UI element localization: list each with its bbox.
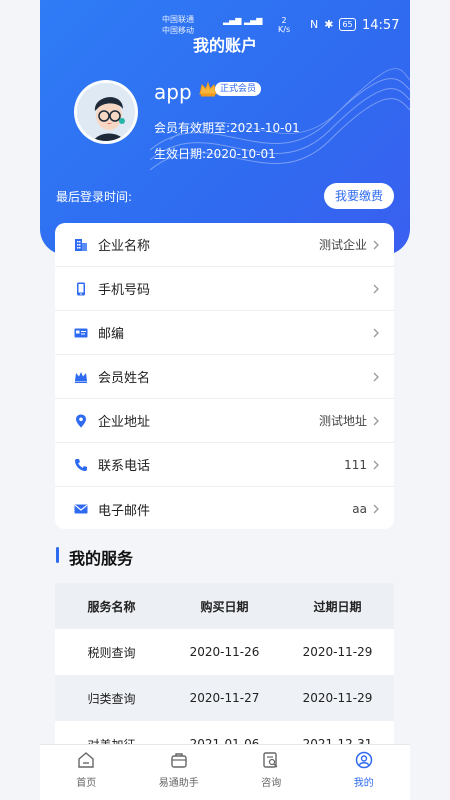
purchase-date: 2020-11-26: [189, 645, 260, 659]
membership-expiry: 会员有效期至:2021-10-01: [154, 121, 300, 135]
info-value-telephone: 111: [344, 457, 367, 472]
telephone-icon: [74, 458, 88, 472]
section-accent-bar: [56, 547, 59, 563]
info-label-member-name: 会员姓名: [98, 371, 151, 386]
info-label-email: 电子邮件: [98, 503, 151, 519]
tab-label: 首页: [76, 778, 97, 789]
home-icon: [78, 752, 94, 768]
info-row-mobile[interactable]: 手机号码: [55, 267, 394, 311]
app-screen: 中国联通 中国移动 ▂▄▆ ▂▄▆ 2 K/s N ✱ 65 14:57 我的账…: [40, 0, 410, 800]
services-table: 服务名称 购买日期 过期日期 税则查询 2020-11-26 2020-11-2…: [55, 583, 394, 767]
briefcase-icon: [171, 753, 187, 768]
info-row-telephone[interactable]: 联系电话 111: [55, 443, 394, 487]
column-header: 服务名称: [87, 599, 136, 614]
info-value-company: 测试企业: [318, 238, 367, 252]
info-row-postcode[interactable]: 邮编: [55, 311, 394, 355]
tab-consult[interactable]: 咨询: [225, 745, 318, 800]
member-tag: 正式会员: [215, 82, 262, 96]
tab-label: 我的: [353, 778, 374, 789]
user-icon: [355, 751, 372, 769]
nfc-icon: N: [310, 18, 319, 31]
info-label-mobile: 手机号码: [98, 283, 151, 298]
pay-button[interactable]: 我要缴费: [324, 183, 394, 209]
info-label-address: 企业地址: [98, 415, 151, 430]
tab-home[interactable]: 首页: [40, 745, 133, 800]
purchase-date: 2020-11-27: [189, 691, 260, 705]
bottom-tab-bar: 首页 易通助手 咨询 我的: [40, 744, 410, 800]
tab-label: 咨询: [261, 778, 282, 789]
services-title: 我的服务: [69, 549, 134, 568]
account-info-card: 企业名称 测试企业 手机号码 邮编 会员姓名 企业地址 测试地址 联系电话 11…: [55, 223, 394, 529]
chevron-right-icon: [373, 240, 379, 249]
chevron-right-icon: [373, 284, 379, 293]
info-row-address[interactable]: 企业地址 测试地址: [55, 399, 394, 443]
chevron-right-icon: [373, 372, 379, 381]
effective-date: 生效日期:2020-10-01: [154, 147, 276, 161]
battery-icon: 65: [339, 18, 356, 31]
info-row-company[interactable]: 企业名称 测试企业: [55, 223, 394, 267]
tab-assistant[interactable]: 易通助手: [133, 745, 226, 800]
info-value-address: 测试地址: [318, 414, 367, 428]
last-login-time: 最后登录时间:: [56, 190, 133, 204]
info-label-company: 企业名称: [98, 239, 151, 254]
column-header: 购买日期: [200, 599, 249, 614]
info-row-email[interactable]: 电子邮件 aa: [55, 487, 394, 531]
table-header: 服务名称 购买日期 过期日期: [55, 583, 394, 629]
chevron-right-icon: [373, 504, 379, 514]
phone-icon: [74, 282, 88, 296]
clock: 14:57: [362, 18, 400, 33]
postcode-icon: [74, 326, 88, 340]
table-row[interactable]: 税则查询 2020-11-26 2020-11-29: [55, 629, 394, 675]
location-pin-icon: [74, 414, 88, 428]
status-bar: 中国联通 中国移动 ▂▄▆ ▂▄▆ 2 K/s N ✱ 65 14:57: [40, 0, 410, 35]
wave-decoration: [150, 68, 410, 171]
avatar[interactable]: [74, 80, 138, 144]
carrier-1: 中国联通: [162, 15, 194, 24]
service-name: 税则查询: [87, 645, 136, 660]
info-value-email: aa: [352, 502, 367, 516]
chevron-right-icon: [373, 416, 379, 425]
tab-label: 易通助手: [158, 778, 199, 789]
info-row-member-name[interactable]: 会员姓名: [55, 355, 394, 399]
building-icon: [74, 238, 88, 252]
crown-icon: [74, 370, 88, 384]
member-badge: 正式会员: [198, 80, 262, 98]
table-row[interactable]: 归类查询 2020-11-27 2020-11-29: [55, 675, 394, 721]
service-name: 归类查询: [87, 691, 136, 706]
system-icons: N ✱ 65: [310, 18, 356, 31]
info-label-postcode: 邮编: [98, 327, 125, 342]
tab-mine[interactable]: 我的: [318, 745, 411, 800]
page-title: 我的账户: [192, 36, 257, 55]
signal-icon: ▂▄▆ ▂▄▆: [223, 16, 263, 25]
expiry-date: 2020-11-29: [302, 645, 373, 659]
info-label-telephone: 联系电话: [98, 459, 151, 474]
chevron-right-icon: [373, 460, 379, 469]
bluetooth-icon: ✱: [324, 18, 334, 31]
net-speed-value: 2: [281, 16, 287, 25]
mail-icon: [74, 502, 88, 516]
consult-icon: [263, 752, 278, 768]
username: app: [154, 80, 192, 104]
column-header: 过期日期: [313, 599, 362, 614]
chevron-right-icon: [373, 328, 379, 337]
expiry-date: 2020-11-29: [302, 691, 373, 705]
